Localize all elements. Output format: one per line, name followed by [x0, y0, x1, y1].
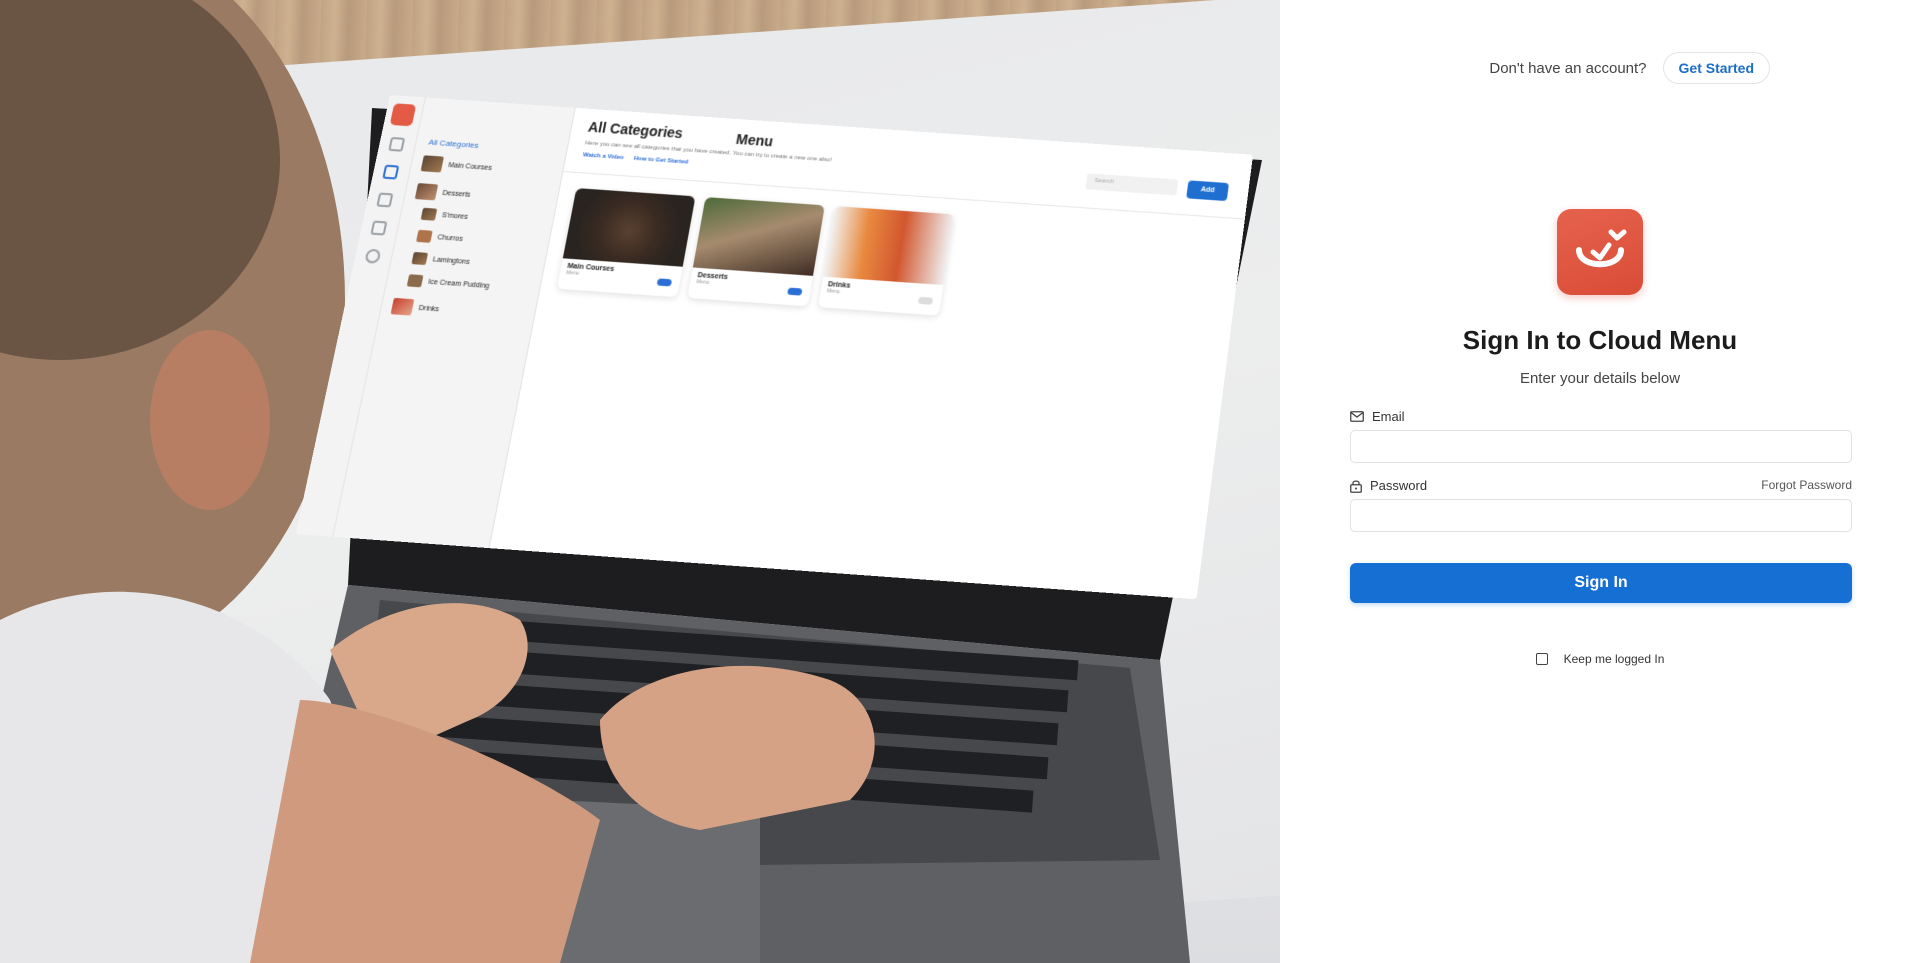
signup-question: Don't have an account? — [1489, 59, 1647, 77]
screen-sidebar-item: Lamingtons — [411, 251, 471, 268]
mail-icon — [1350, 411, 1364, 422]
screen-add-button: Add — [1186, 180, 1230, 202]
screen-card: Desserts Menu — [687, 197, 825, 307]
screen-card: Main Courses Menu — [556, 188, 696, 298]
screen-all-categories: All Categories — [427, 137, 480, 150]
lock-icon — [1350, 479, 1362, 493]
app-logo — [1557, 209, 1643, 295]
hero-laptop-screen: Menu All Categories Main Courses Dessert… — [295, 95, 1254, 600]
screen-sidebar-item: Ice Cream Pudding — [406, 274, 491, 292]
password-label: Password — [1350, 478, 1427, 493]
screen-main: All Categories Here you can see all cate… — [490, 108, 1253, 599]
login-panel: Don't have an account? Get Started Sign … — [1280, 0, 1920, 963]
screen-chat-icon — [370, 220, 388, 236]
screen-sidebar-item: S'mores — [420, 207, 469, 223]
screen-search: Search — [1085, 173, 1179, 196]
password-field[interactable] — [1350, 499, 1852, 532]
screen-sidebar-item: Main Courses — [420, 155, 494, 176]
screen-card: Drinks Menu — [818, 206, 955, 316]
get-started-button[interactable]: Get Started — [1662, 52, 1770, 84]
email-label: Email — [1350, 409, 1405, 424]
smile-icon — [1576, 229, 1627, 268]
keep-logged-in: Keep me logged In — [1280, 652, 1920, 666]
password-label-text: Password — [1370, 478, 1428, 493]
screen-links: Watch a Video How to Get Started — [582, 152, 688, 165]
screen-sidebar-item: Churros — [416, 229, 464, 245]
screen-page-title: All Categories — [586, 118, 685, 142]
screen-sidebar-item: Desserts — [414, 183, 472, 203]
keep-logged-in-checkbox[interactable] — [1535, 653, 1548, 665]
screen-sidebar-item: Drinks — [390, 297, 441, 318]
page-title: Sign In to Cloud Menu — [1462, 325, 1738, 355]
screen-gear-icon — [364, 248, 382, 264]
screen-logo-icon — [389, 103, 417, 127]
hero-image: Menu All Categories Main Courses Dessert… — [0, 0, 1280, 963]
sign-in-button[interactable]: Sign In — [1350, 563, 1852, 603]
screen-image-icon — [376, 192, 394, 208]
forgot-password-link[interactable]: Forgot Password — [1761, 478, 1852, 492]
email-field[interactable] — [1350, 430, 1852, 463]
email-label-text: Email — [1372, 409, 1405, 424]
screen-menu-icon — [382, 164, 400, 180]
page-subtitle: Enter your details below — [1519, 370, 1681, 387]
screen-link-video: Watch a Video — [582, 152, 625, 162]
screen-grid-icon — [388, 136, 406, 152]
keep-logged-in-label: Keep me logged In — [1563, 652, 1665, 666]
screen-link-started: How to Get Started — [633, 155, 689, 166]
signup-prompt: Don't have an account? Get Started — [1489, 52, 1770, 84]
